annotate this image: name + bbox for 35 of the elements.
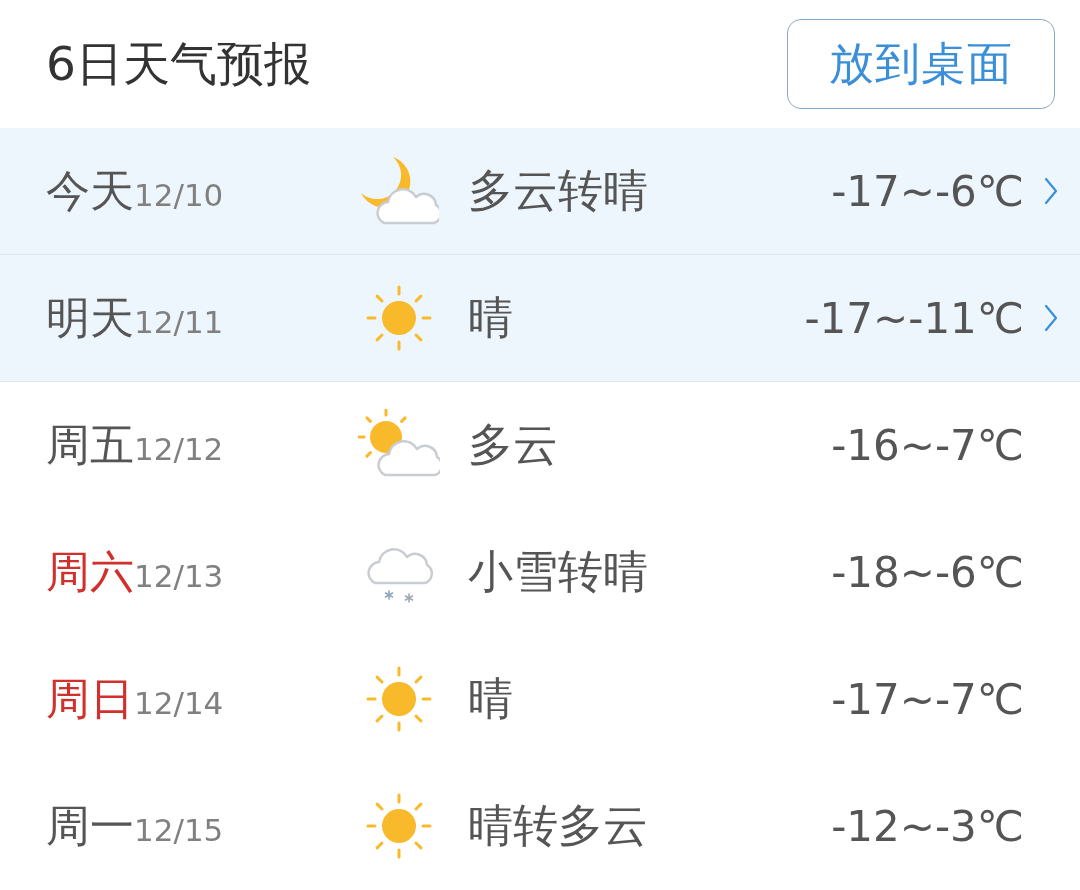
temperature-range: -18~-6℃: [831, 546, 1024, 599]
weather-condition: 多云: [468, 417, 559, 474]
sun-icon: [366, 666, 432, 732]
forecast-row[interactable]: 周六12/13 小雪转晴 -18~-6℃: [0, 509, 1080, 636]
date-label: 12/14: [134, 684, 224, 723]
temperature-range: -17~-7℃: [831, 673, 1024, 726]
date-label: 12/15: [134, 811, 224, 850]
day-name: 周一: [46, 799, 134, 853]
page-title: 6日天气预报: [46, 34, 311, 93]
moon-cloud-icon: [359, 155, 439, 227]
forecast-row[interactable]: 今天12/10 多云转晴 -17~-6℃: [0, 128, 1080, 255]
forecast-row[interactable]: 周一12/15 晴转多云 -12~-3℃: [0, 763, 1080, 890]
day-name: 周五: [46, 418, 134, 472]
date-label: 12/12: [134, 430, 224, 469]
weather-condition: 多云转晴: [468, 163, 649, 220]
sun-icon: [366, 285, 432, 351]
forecast-row[interactable]: 明天12/11 晴 -17~-11℃: [0, 255, 1080, 382]
day-name: 周六: [46, 545, 134, 599]
day-name: 明天: [46, 291, 134, 345]
date-label: 12/11: [134, 303, 224, 342]
day-name: 今天: [46, 164, 134, 218]
temperature-range: -12~-3℃: [831, 800, 1024, 853]
weather-condition: 晴: [468, 290, 514, 347]
day-name: 周日: [46, 672, 134, 726]
weather-condition: 晴: [468, 671, 514, 728]
sun-icon: [366, 793, 432, 859]
weather-condition: 晴转多云: [468, 798, 649, 855]
forecast-row[interactable]: 周日 12/14 晴 -17~-7℃: [0, 636, 1080, 763]
date-label: 12/13: [134, 557, 224, 596]
temperature-range: -17~-6℃: [831, 165, 1024, 218]
date-label: 12/10: [134, 176, 224, 215]
temperature-range: -17~-11℃: [804, 292, 1024, 345]
forecast-row[interactable]: 周五12/12 多云 -16~-7℃: [0, 382, 1080, 509]
temperature-range: -16~-7℃: [831, 419, 1024, 472]
weather-condition: 小雪转晴: [468, 544, 649, 601]
